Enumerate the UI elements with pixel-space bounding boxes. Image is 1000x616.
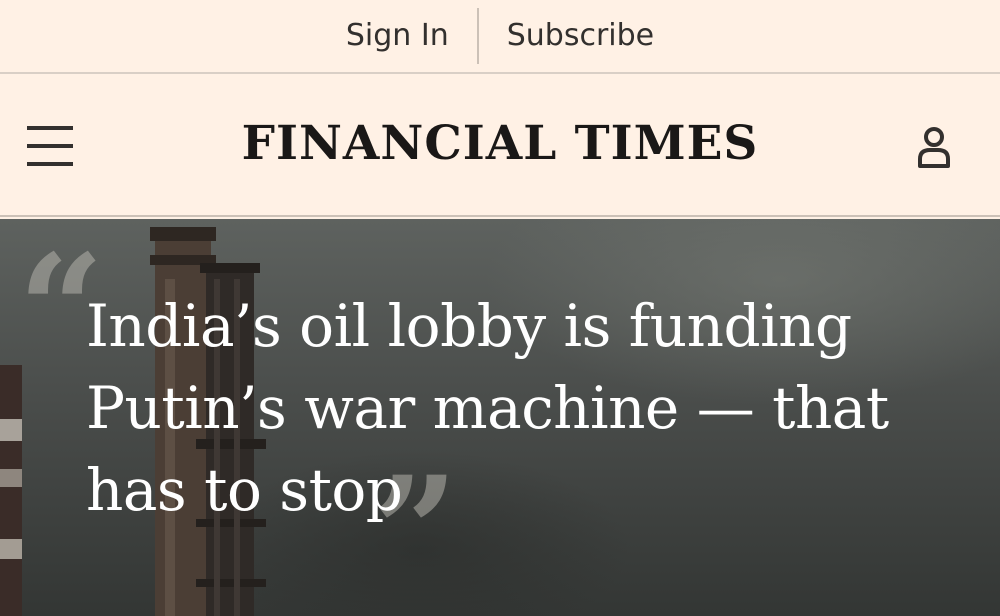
sign-in-link[interactable]: Sign In	[318, 8, 477, 64]
article-headline[interactable]: India’s oil lobby is funding Putin’s war…	[86, 285, 946, 531]
masthead-logo[interactable]: FINANCIAL TIMES	[0, 116, 1000, 171]
top-bar: Sign In Subscribe	[0, 0, 1000, 74]
subscribe-link[interactable]: Subscribe	[479, 8, 682, 64]
user-account-icon[interactable]	[908, 122, 960, 174]
hero-article[interactable]: “ ” India’s oil lobby is funding Putin’s…	[0, 219, 1000, 616]
site-header: FINANCIAL TIMES	[0, 76, 1000, 217]
